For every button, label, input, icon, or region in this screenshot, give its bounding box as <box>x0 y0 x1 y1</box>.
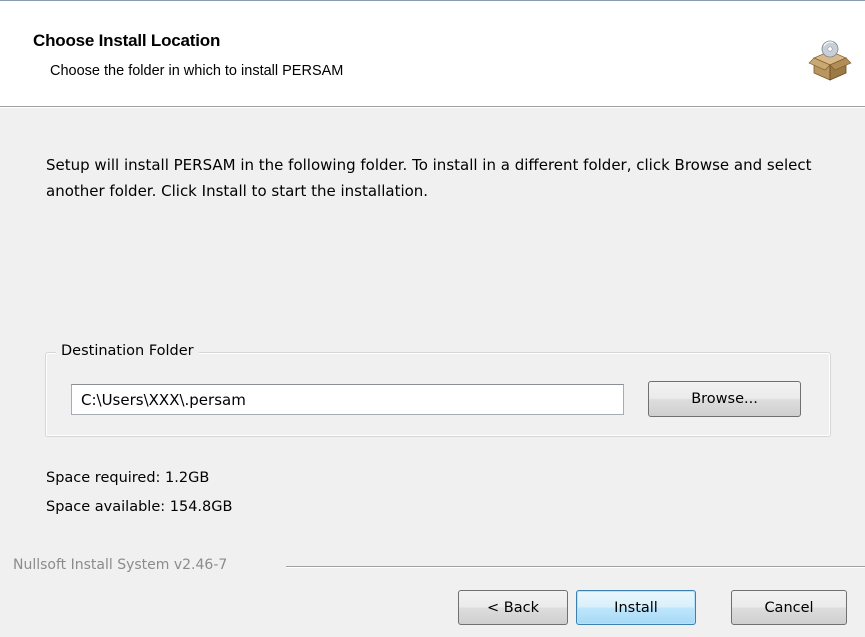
page-title: Choose Install Location <box>33 31 221 50</box>
back-button[interactable]: < Back <box>458 590 568 625</box>
space-required-text: Space required: 1.2GB <box>46 470 210 486</box>
space-available-text: Space available: 154.8GB <box>46 499 233 515</box>
install-button[interactable]: Install <box>576 590 696 625</box>
header-panel: Choose Install Location Choose the folde… <box>0 0 865 106</box>
footer-divider <box>286 566 865 568</box>
header-divider <box>0 106 865 108</box>
destination-path-input[interactable] <box>71 384 624 415</box>
installer-branding: Nullsoft Install System v2.46-7 <box>13 557 228 573</box>
cancel-button[interactable]: Cancel <box>731 590 847 625</box>
installer-box-icon <box>808 40 852 81</box>
destination-folder-label: Destination Folder <box>56 343 199 359</box>
browse-button[interactable]: Browse... <box>648 381 801 417</box>
page-subtitle: Choose the folder in which to install PE… <box>50 63 344 79</box>
instructions-text: Setup will install PERSAM in the followi… <box>46 156 812 200</box>
